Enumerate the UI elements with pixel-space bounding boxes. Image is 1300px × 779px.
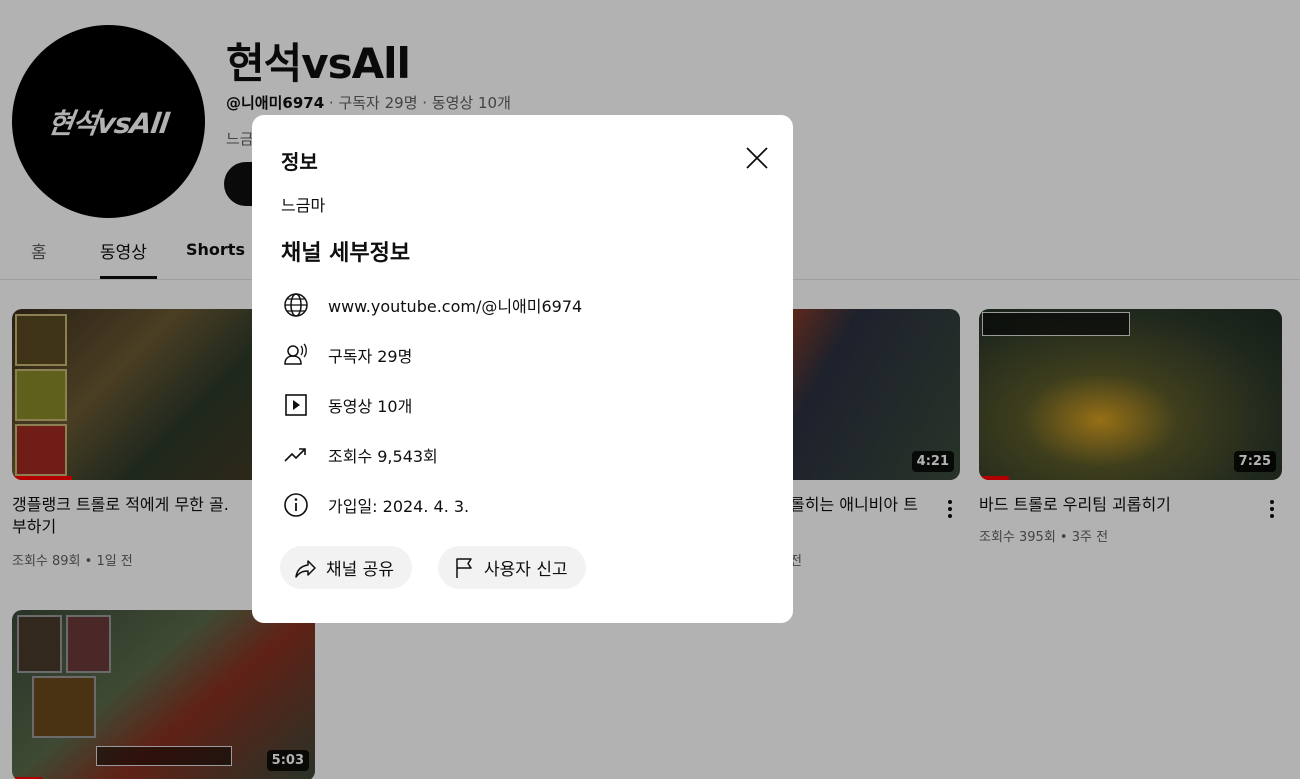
- video-play-icon: [282, 391, 310, 419]
- joined-row: 가입일: 2024. 4. 3.: [282, 491, 469, 519]
- channel-description: 느금마: [281, 196, 326, 215]
- flag-icon: [452, 556, 476, 580]
- globe-icon: [282, 291, 310, 319]
- channel-url[interactable]: www.youtube.com/@니애미6974: [328, 293, 582, 317]
- share-channel-label: 채널 공유: [326, 560, 394, 580]
- subscriber-count: 구독자 29명: [328, 347, 413, 366]
- subscribers-row: 구독자 29명: [282, 341, 412, 369]
- subscribers-icon: [282, 341, 310, 369]
- join-date: 가입일: 2024. 4. 3.: [328, 497, 470, 516]
- report-user-button[interactable]: 사용자 신고: [438, 546, 586, 589]
- about-dialog: 정보 느금마 채널 세부정보 www.youtube.com/@니애미6974 …: [252, 115, 793, 623]
- video-count: 동영상 10개: [328, 397, 413, 416]
- channel-url-row: www.youtube.com/@니애미6974: [282, 291, 582, 319]
- view-count: 조회수 9,543회: [328, 447, 438, 466]
- views-row: 조회수 9,543회: [282, 441, 438, 469]
- share-channel-button[interactable]: 채널 공유: [280, 546, 412, 589]
- share-icon: [294, 556, 318, 580]
- report-user-label: 사용자 신고: [484, 560, 568, 580]
- info-icon: [282, 491, 310, 519]
- trending-icon: [282, 441, 310, 469]
- channel-details-heading: 채널 세부정보: [281, 241, 411, 266]
- dialog-title: 정보: [281, 150, 318, 174]
- videos-row: 동영상 10개: [282, 391, 412, 419]
- close-icon[interactable]: [742, 143, 772, 173]
